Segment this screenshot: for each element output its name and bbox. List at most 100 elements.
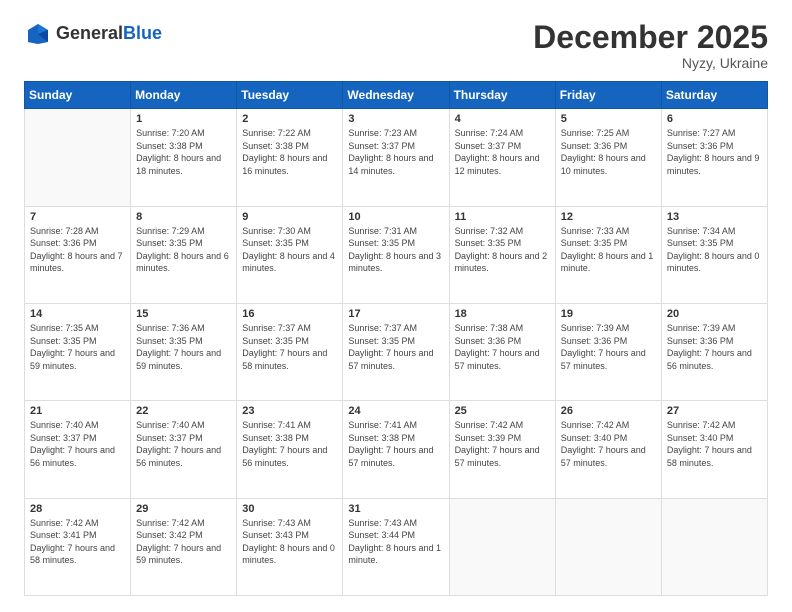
calendar-cell: 13 Sunrise: 7:34 AM Sunset: 3:35 PM Dayli… xyxy=(661,206,767,303)
calendar-week-row: 1 Sunrise: 7:20 AM Sunset: 3:38 PM Daylig… xyxy=(25,109,768,206)
day-info: Sunrise: 7:27 AM Sunset: 3:36 PM Dayligh… xyxy=(667,127,762,177)
day-number: 5 xyxy=(561,113,656,125)
col-wednesday: Wednesday xyxy=(343,82,449,109)
day-number: 23 xyxy=(242,405,337,417)
day-info: Sunrise: 7:29 AM Sunset: 3:35 PM Dayligh… xyxy=(136,225,231,275)
day-info: Sunrise: 7:34 AM Sunset: 3:35 PM Dayligh… xyxy=(667,225,762,275)
logo-blue-text: Blue xyxy=(123,23,162,43)
day-info: Sunrise: 7:42 AM Sunset: 3:42 PM Dayligh… xyxy=(136,517,231,567)
col-monday: Monday xyxy=(131,82,237,109)
logo: GeneralBlue xyxy=(24,20,162,48)
col-saturday: Saturday xyxy=(661,82,767,109)
day-info: Sunrise: 7:35 AM Sunset: 3:35 PM Dayligh… xyxy=(30,322,125,372)
calendar-cell: 14 Sunrise: 7:35 AM Sunset: 3:35 PM Dayli… xyxy=(25,303,131,400)
title-block: December 2025 Nyzy, Ukraine xyxy=(533,20,768,71)
calendar-cell: 28Sunrise: 7:42 AM Sunset: 3:41 PM Dayli… xyxy=(25,498,131,595)
day-number: 31 xyxy=(348,503,443,515)
day-number: 20 xyxy=(667,308,762,320)
day-number: 21 xyxy=(30,405,125,417)
calendar-cell: 19 Sunrise: 7:39 AM Sunset: 3:36 PM Dayli… xyxy=(555,303,661,400)
day-number: 19 xyxy=(561,308,656,320)
day-info: Sunrise: 7:37 AM Sunset: 3:35 PM Dayligh… xyxy=(242,322,337,372)
calendar-cell xyxy=(661,498,767,595)
calendar-cell: 3Sunrise: 7:23 AM Sunset: 3:37 PM Daylig… xyxy=(343,109,449,206)
day-info: Sunrise: 7:25 AM Sunset: 3:36 PM Dayligh… xyxy=(561,127,656,177)
page: GeneralBlue December 2025 Nyzy, Ukraine … xyxy=(0,0,792,612)
day-info: Sunrise: 7:32 AM Sunset: 3:35 PM Dayligh… xyxy=(455,225,550,275)
day-number: 13 xyxy=(667,211,762,223)
day-number: 24 xyxy=(348,405,443,417)
calendar-cell: 11Sunrise: 7:32 AM Sunset: 3:35 PM Dayli… xyxy=(449,206,555,303)
day-number: 16 xyxy=(242,308,337,320)
calendar-cell: 17 Sunrise: 7:37 AM Sunset: 3:35 PM Dayli… xyxy=(343,303,449,400)
calendar-cell xyxy=(555,498,661,595)
calendar-cell: 10 Sunrise: 7:31 AM Sunset: 3:35 PM Dayli… xyxy=(343,206,449,303)
day-info: Sunrise: 7:41 AM Sunset: 3:38 PM Dayligh… xyxy=(348,419,443,469)
day-info: Sunrise: 7:24 AM Sunset: 3:37 PM Dayligh… xyxy=(455,127,550,177)
day-number: 3 xyxy=(348,113,443,125)
calendar-cell: 31 Sunrise: 7:43 AM Sunset: 3:44 PM Dayli… xyxy=(343,498,449,595)
col-tuesday: Tuesday xyxy=(237,82,343,109)
day-info: Sunrise: 7:43 AM Sunset: 3:44 PM Dayligh… xyxy=(348,517,443,567)
day-info: Sunrise: 7:37 AM Sunset: 3:35 PM Dayligh… xyxy=(348,322,443,372)
day-info: Sunrise: 7:42 AM Sunset: 3:39 PM Dayligh… xyxy=(455,419,550,469)
calendar-cell: 6Sunrise: 7:27 AM Sunset: 3:36 PM Daylig… xyxy=(661,109,767,206)
calendar-cell: 29 Sunrise: 7:42 AM Sunset: 3:42 PM Dayli… xyxy=(131,498,237,595)
calendar-week-row: 7Sunrise: 7:28 AM Sunset: 3:36 PM Daylig… xyxy=(25,206,768,303)
day-number: 30 xyxy=(242,503,337,515)
calendar-cell: 22 Sunrise: 7:40 AM Sunset: 3:37 PM Dayli… xyxy=(131,401,237,498)
calendar-cell: 8Sunrise: 7:29 AM Sunset: 3:35 PM Daylig… xyxy=(131,206,237,303)
day-number: 14 xyxy=(30,308,125,320)
day-number: 15 xyxy=(136,308,231,320)
day-number: 28 xyxy=(30,503,125,515)
calendar-cell xyxy=(25,109,131,206)
logo-icon xyxy=(24,20,52,48)
day-info: Sunrise: 7:38 AM Sunset: 3:36 PM Dayligh… xyxy=(455,322,550,372)
logo-general-text: General xyxy=(56,23,123,43)
day-number: 17 xyxy=(348,308,443,320)
calendar-cell: 27 Sunrise: 7:42 AM Sunset: 3:40 PM Dayli… xyxy=(661,401,767,498)
calendar-cell: 7Sunrise: 7:28 AM Sunset: 3:36 PM Daylig… xyxy=(25,206,131,303)
calendar-cell: 25 Sunrise: 7:42 AM Sunset: 3:39 PM Dayli… xyxy=(449,401,555,498)
calendar-header-row: Sunday Monday Tuesday Wednesday Thursday… xyxy=(25,82,768,109)
day-info: Sunrise: 7:31 AM Sunset: 3:35 PM Dayligh… xyxy=(348,225,443,275)
day-info: Sunrise: 7:33 AM Sunset: 3:35 PM Dayligh… xyxy=(561,225,656,275)
location: Nyzy, Ukraine xyxy=(533,55,768,71)
day-number: 22 xyxy=(136,405,231,417)
day-number: 2 xyxy=(242,113,337,125)
day-number: 26 xyxy=(561,405,656,417)
day-info: Sunrise: 7:39 AM Sunset: 3:36 PM Dayligh… xyxy=(667,322,762,372)
day-info: Sunrise: 7:40 AM Sunset: 3:37 PM Dayligh… xyxy=(136,419,231,469)
day-info: Sunrise: 7:39 AM Sunset: 3:36 PM Dayligh… xyxy=(561,322,656,372)
calendar-cell: 9Sunrise: 7:30 AM Sunset: 3:35 PM Daylig… xyxy=(237,206,343,303)
calendar-cell: 5 Sunrise: 7:25 AM Sunset: 3:36 PM Daylig… xyxy=(555,109,661,206)
calendar-cell: 24 Sunrise: 7:41 AM Sunset: 3:38 PM Dayli… xyxy=(343,401,449,498)
day-number: 9 xyxy=(242,211,337,223)
calendar-cell: 2 Sunrise: 7:22 AM Sunset: 3:38 PM Daylig… xyxy=(237,109,343,206)
day-info: Sunrise: 7:42 AM Sunset: 3:40 PM Dayligh… xyxy=(561,419,656,469)
day-number: 12 xyxy=(561,211,656,223)
day-number: 29 xyxy=(136,503,231,515)
day-number: 10 xyxy=(348,211,443,223)
header: GeneralBlue December 2025 Nyzy, Ukraine xyxy=(24,20,768,71)
day-info: Sunrise: 7:40 AM Sunset: 3:37 PM Dayligh… xyxy=(30,419,125,469)
calendar-cell: 4 Sunrise: 7:24 AM Sunset: 3:37 PM Daylig… xyxy=(449,109,555,206)
col-thursday: Thursday xyxy=(449,82,555,109)
day-info: Sunrise: 7:22 AM Sunset: 3:38 PM Dayligh… xyxy=(242,127,337,177)
day-number: 27 xyxy=(667,405,762,417)
calendar-cell: 15 Sunrise: 7:36 AM Sunset: 3:35 PM Dayli… xyxy=(131,303,237,400)
calendar-cell: 1 Sunrise: 7:20 AM Sunset: 3:38 PM Daylig… xyxy=(131,109,237,206)
day-info: Sunrise: 7:42 AM Sunset: 3:40 PM Dayligh… xyxy=(667,419,762,469)
calendar-cell xyxy=(449,498,555,595)
day-info: Sunrise: 7:28 AM Sunset: 3:36 PM Dayligh… xyxy=(30,225,125,275)
day-info: Sunrise: 7:20 AM Sunset: 3:38 PM Dayligh… xyxy=(136,127,231,177)
day-info: Sunrise: 7:36 AM Sunset: 3:35 PM Dayligh… xyxy=(136,322,231,372)
calendar-week-row: 14 Sunrise: 7:35 AM Sunset: 3:35 PM Dayli… xyxy=(25,303,768,400)
calendar-cell: 16 Sunrise: 7:37 AM Sunset: 3:35 PM Dayli… xyxy=(237,303,343,400)
day-info: Sunrise: 7:41 AM Sunset: 3:38 PM Dayligh… xyxy=(242,419,337,469)
day-number: 4 xyxy=(455,113,550,125)
day-number: 25 xyxy=(455,405,550,417)
day-number: 1 xyxy=(136,113,231,125)
calendar-week-row: 21 Sunrise: 7:40 AM Sunset: 3:37 PM Dayli… xyxy=(25,401,768,498)
calendar-cell: 20 Sunrise: 7:39 AM Sunset: 3:36 PM Dayli… xyxy=(661,303,767,400)
